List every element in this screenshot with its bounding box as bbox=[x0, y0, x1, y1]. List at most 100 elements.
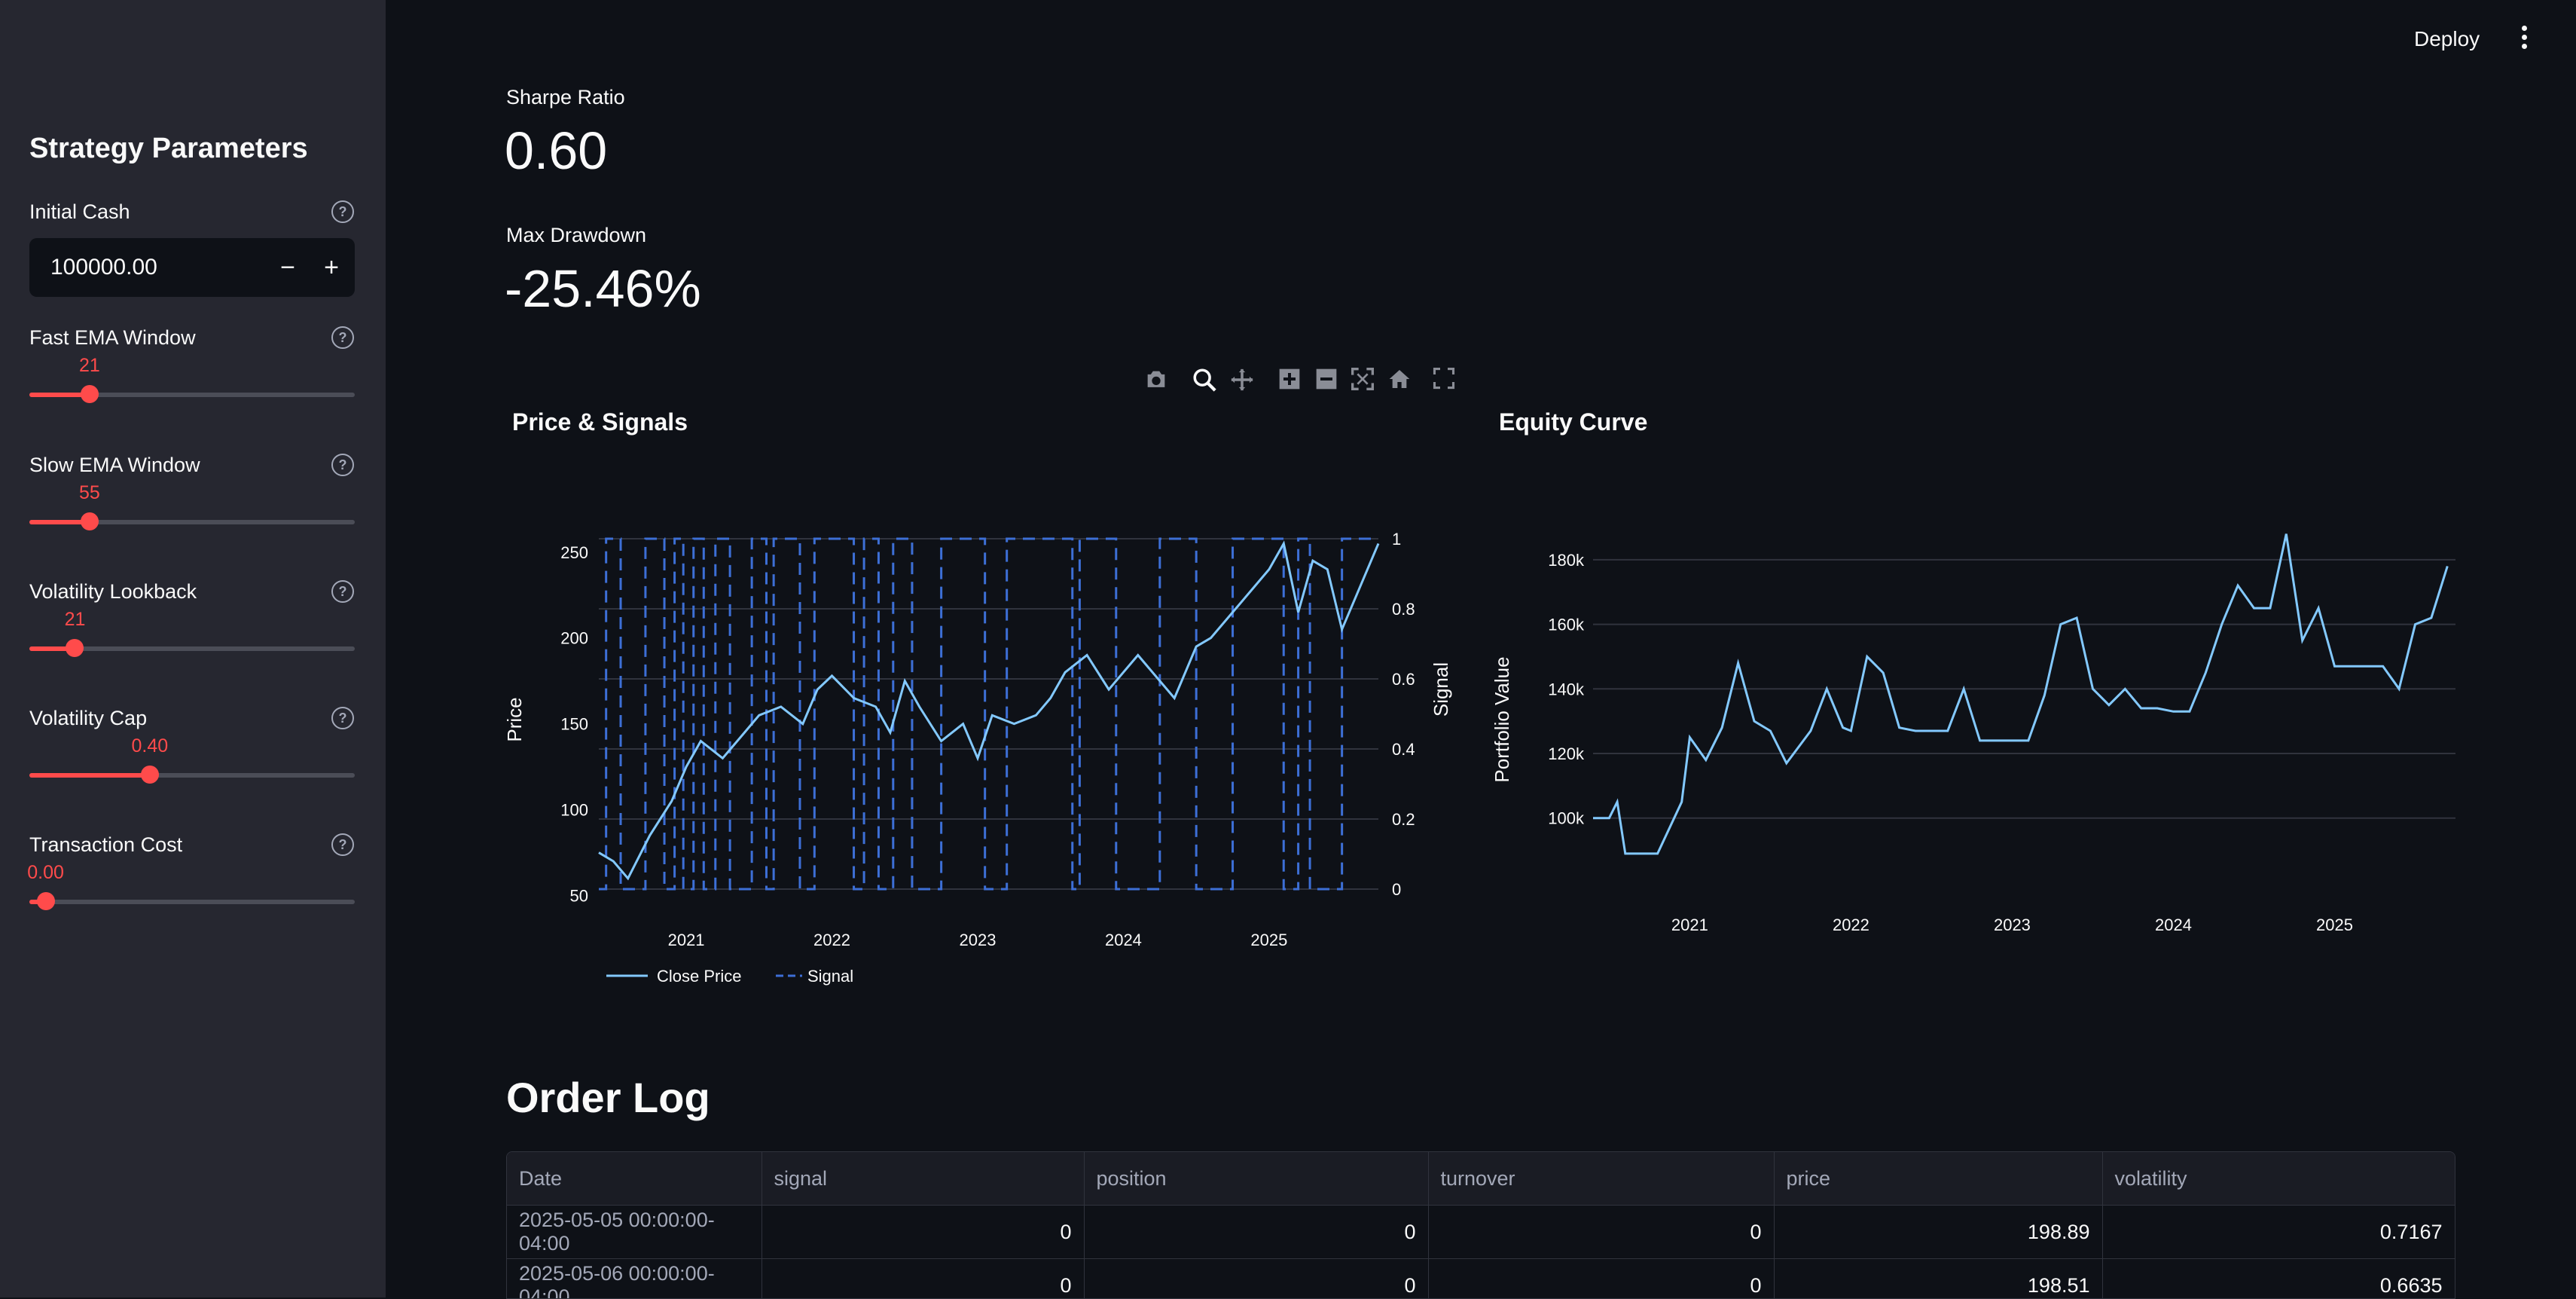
y2-tick-label: 0.2 bbox=[1392, 810, 1415, 829]
help-icon[interactable]: ? bbox=[331, 454, 354, 476]
table-cell[interactable]: 0 bbox=[762, 1259, 1084, 1299]
price-chart[interactable]: 00.20.40.60.8150100150200250202120222023… bbox=[497, 512, 1469, 1010]
equity-chart-title: Equity Curve bbox=[1499, 408, 1647, 436]
table-cell[interactable]: 0.7167 bbox=[2102, 1206, 2455, 1259]
slider-label: Volatility Cap bbox=[29, 707, 147, 730]
table-cell[interactable]: 0 bbox=[1428, 1206, 1774, 1259]
slider-thumb[interactable] bbox=[37, 892, 55, 910]
sharpe-value: 0.60 bbox=[505, 121, 607, 181]
x-tick-label: 2025 bbox=[1250, 931, 1287, 949]
equity-chart[interactable]: 100k120k140k160k180k20212022202320242025… bbox=[1484, 512, 2463, 964]
slider-value: 21 bbox=[79, 355, 100, 377]
column-header[interactable]: signal bbox=[762, 1152, 1084, 1206]
x-tick-label: 2022 bbox=[1833, 915, 1869, 934]
y2-tick-label: 0.6 bbox=[1392, 670, 1415, 689]
column-header[interactable]: volatility bbox=[2102, 1152, 2455, 1206]
slider-track[interactable] bbox=[29, 520, 355, 524]
y-tick-label: 50 bbox=[570, 887, 588, 906]
slider-track[interactable] bbox=[29, 900, 355, 904]
column-header[interactable]: Date bbox=[507, 1152, 762, 1206]
y2-tick-label: 0.8 bbox=[1392, 600, 1415, 619]
help-icon[interactable]: ? bbox=[331, 200, 354, 223]
help-icon[interactable]: ? bbox=[331, 833, 354, 856]
legend-signal-label: Signal bbox=[807, 967, 853, 986]
slider-value: 55 bbox=[79, 482, 100, 504]
y2-axis-label: Signal bbox=[1430, 662, 1452, 717]
initial-cash-input[interactable]: 100000.00 − + bbox=[29, 238, 355, 297]
table-cell[interactable]: 0 bbox=[762, 1206, 1084, 1259]
slider-fill bbox=[29, 773, 150, 778]
x-tick-label: 2024 bbox=[2155, 915, 2192, 934]
table-cell[interactable]: 0 bbox=[1084, 1259, 1428, 1299]
slider-track[interactable] bbox=[29, 773, 355, 778]
y-axis-label: Portfolio Value bbox=[1491, 656, 1513, 782]
column-header[interactable]: position bbox=[1084, 1152, 1428, 1206]
table-row[interactable]: 2025-05-06 00:00:00-04:00000198.510.6635 bbox=[507, 1259, 2455, 1299]
x-tick-label: 2025 bbox=[2316, 915, 2353, 934]
drawdown-label: Max Drawdown bbox=[506, 224, 646, 247]
table-cell[interactable]: 0 bbox=[1428, 1259, 1774, 1299]
table-cell[interactable]: 2025-05-05 00:00:00-04:00 bbox=[507, 1206, 762, 1259]
sidebar-title: Strategy Parameters bbox=[29, 133, 308, 165]
zoom-in-icon[interactable] bbox=[1277, 367, 1302, 397]
initial-cash-value[interactable]: 100000.00 bbox=[50, 255, 157, 280]
slider-value: 0.40 bbox=[131, 735, 168, 757]
fullscreen-icon[interactable] bbox=[1433, 367, 1455, 396]
table-cell[interactable]: 0 bbox=[1084, 1206, 1428, 1259]
slider-thumb[interactable] bbox=[81, 512, 99, 530]
column-header[interactable]: turnover bbox=[1428, 1152, 1774, 1206]
y-tick-label: 180k bbox=[1548, 551, 1585, 570]
slider-value: 21 bbox=[65, 609, 86, 631]
help-icon[interactable]: ? bbox=[331, 707, 354, 729]
equity-line bbox=[1593, 534, 2447, 854]
table-cell[interactable]: 0.6635 bbox=[2102, 1259, 2455, 1299]
initial-cash-label: Initial Cash bbox=[29, 200, 130, 224]
y2-tick-label: 0 bbox=[1392, 880, 1401, 899]
slider-label: Transaction Cost bbox=[29, 833, 182, 857]
slider-track[interactable] bbox=[29, 393, 355, 397]
signal-line bbox=[599, 539, 1378, 889]
slider-label: Slow EMA Window bbox=[29, 454, 200, 477]
x-tick-label: 2023 bbox=[960, 931, 997, 949]
table-cell[interactable]: 198.51 bbox=[1774, 1259, 2102, 1299]
sharpe-label: Sharpe Ratio bbox=[506, 86, 625, 109]
slider-track[interactable] bbox=[29, 646, 355, 651]
slider-value: 0.00 bbox=[27, 862, 64, 884]
x-tick-label: 2022 bbox=[813, 931, 850, 949]
slider-thumb[interactable] bbox=[81, 385, 99, 403]
kebab-menu-icon[interactable] bbox=[2520, 26, 2528, 53]
help-icon[interactable]: ? bbox=[331, 580, 354, 603]
decrement-button[interactable]: − bbox=[266, 246, 310, 289]
slider-thumb[interactable] bbox=[141, 766, 159, 784]
home-icon[interactable] bbox=[1387, 367, 1412, 397]
y2-tick-label: 0.4 bbox=[1392, 740, 1415, 759]
deploy-button[interactable]: Deploy bbox=[2414, 27, 2480, 51]
y-tick-label: 120k bbox=[1548, 744, 1585, 763]
column-header[interactable]: price bbox=[1774, 1152, 2102, 1206]
autoscale-icon[interactable] bbox=[1351, 367, 1375, 397]
legend-close-label: Close Price bbox=[657, 967, 741, 986]
y-tick-label: 160k bbox=[1548, 616, 1585, 634]
table-cell[interactable]: 198.89 bbox=[1774, 1206, 2102, 1259]
x-tick-label: 2021 bbox=[1671, 915, 1708, 934]
camera-icon[interactable] bbox=[1143, 367, 1169, 399]
x-tick-label: 2024 bbox=[1105, 931, 1142, 949]
y-tick-label: 250 bbox=[560, 543, 588, 562]
y-tick-label: 100k bbox=[1548, 809, 1585, 828]
price-chart-title: Price & Signals bbox=[512, 408, 688, 436]
pan-icon[interactable] bbox=[1229, 367, 1255, 399]
increment-button[interactable]: + bbox=[310, 246, 353, 289]
order-log-title: Order Log bbox=[506, 1073, 710, 1122]
x-tick-label: 2023 bbox=[1994, 915, 2031, 934]
table-cell[interactable]: 2025-05-06 00:00:00-04:00 bbox=[507, 1259, 762, 1299]
y-tick-label: 100 bbox=[560, 801, 588, 820]
y-axis-label: Price bbox=[503, 697, 526, 741]
slider-thumb[interactable] bbox=[66, 639, 84, 657]
drawdown-value: -25.46% bbox=[505, 258, 701, 319]
zoom-icon[interactable] bbox=[1192, 367, 1217, 399]
help-icon[interactable]: ? bbox=[331, 326, 354, 349]
order-log-table[interactable]: Datesignalpositionturnoverpricevolatilit… bbox=[506, 1151, 2455, 1299]
x-tick-label: 2021 bbox=[668, 931, 705, 949]
table-row[interactable]: 2025-05-05 00:00:00-04:00000198.890.7167 bbox=[507, 1206, 2455, 1259]
zoom-out-icon[interactable] bbox=[1314, 367, 1338, 397]
